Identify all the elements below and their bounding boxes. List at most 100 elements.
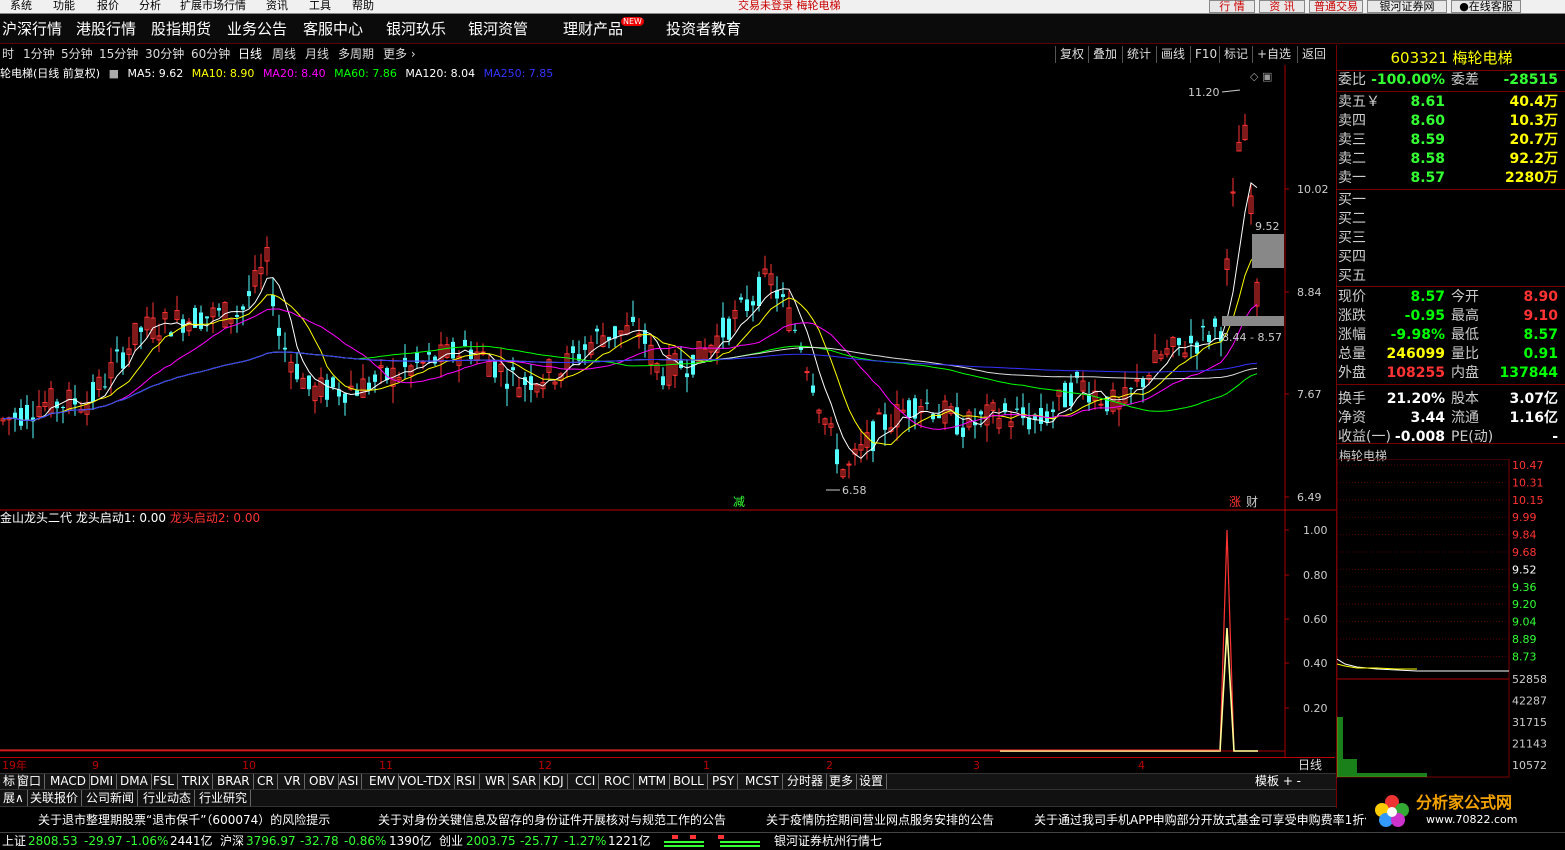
indicator-tab-20[interactable]: MTM: [635, 774, 671, 789]
indicator-tab-4[interactable]: DMA: [117, 774, 152, 789]
mini-price-line: [1337, 658, 1509, 672]
candle-body-down: [583, 344, 587, 350]
ask-row[interactable]: 卖四 8.60 10.3万: [1338, 112, 1558, 131]
indicator-legend: 金山龙头二代 龙头启动1: 0.00 龙头启动2: 0.00: [0, 511, 260, 525]
indicator-tab-9[interactable]: VR: [281, 774, 305, 789]
kline-chart[interactable]: 10.02 8.84 7.67 6.49 1.00 0.80 0.60 0.40 0.20 11.…: [0, 0, 1336, 757]
stat-label: 股本: [1451, 391, 1479, 407]
candle-body-down: [571, 346, 575, 354]
ask-label: 卖二: [1338, 151, 1366, 167]
candle-body-down: [331, 377, 335, 388]
online-service-label: 在线客服: [1468, 0, 1513, 13]
indicator-tab-14[interactable]: RSI: [453, 774, 480, 789]
bid-row[interactable]: 买四: [1338, 248, 1558, 267]
order-ratio-value: -100.00%: [1371, 72, 1445, 88]
lower-price-label: 8.44 - 8.57: [1222, 331, 1282, 344]
indicator-tab-2[interactable]: MACD: [47, 774, 90, 789]
stat-label: 最低: [1451, 327, 1479, 343]
indicator-tab-12[interactable]: EMV: [366, 774, 400, 789]
stat-label: 外盘: [1338, 365, 1366, 381]
indicator-tab-5[interactable]: FSL: [150, 774, 178, 789]
template-button[interactable]: 模板 + -: [1255, 773, 1301, 790]
indicator-tab-24[interactable]: 分时器: [784, 774, 828, 789]
bid-row[interactable]: 买五: [1338, 267, 1558, 286]
stat-value: 8.90: [1523, 289, 1558, 305]
indicator-tab-7[interactable]: BRAR: [214, 774, 254, 789]
ask-row[interactable]: 卖二 8.58 92.2万: [1338, 150, 1558, 169]
intraday-mini-chart[interactable]: 10.47 10.31 10.15 9.99 9.84 9.68 9.52 9.36 9.20 9…: [1337, 459, 1565, 808]
sub-tabs: 展∧ 关联报价 公司新闻 行业动态 行业研究: [0, 790, 1336, 807]
indicator-tab-17[interactable]: KDJ: [540, 774, 568, 789]
tab-related-quotes[interactable]: 关联报价: [27, 790, 83, 806]
date-label: 19年: [2, 759, 27, 772]
cy-index-name[interactable]: 创业: [439, 833, 463, 850]
period-corner-label[interactable]: 日线: [1285, 757, 1335, 773]
ask-row[interactable]: 卖五￥ 8.61 40.4万: [1338, 93, 1558, 112]
indicator-tab-11[interactable]: ASI: [336, 774, 363, 789]
stat-row: 总量 246099 量比 0.91: [1338, 345, 1558, 364]
indicator-tab-19[interactable]: ROC: [601, 774, 635, 789]
indicator-tab-26[interactable]: 设置: [856, 774, 888, 789]
bid-row[interactable]: 买三: [1338, 229, 1558, 248]
online-service-button[interactable]: ●在线客服: [1451, 0, 1521, 13]
indicator-tab-16[interactable]: SAR: [509, 774, 541, 789]
tab-company-news[interactable]: 公司新闻: [83, 790, 139, 806]
indicator-tab-22[interactable]: PSY: [709, 774, 739, 789]
stat-label: 内盘: [1451, 365, 1479, 381]
news-item[interactable]: 关于疫情防控期间营业网点服务安排的公告: [766, 808, 994, 832]
news-item[interactable]: 关于通过我司手机APP申购部分开放式基金可享受申购费率1折优惠: [1034, 808, 1388, 832]
ask-row[interactable]: 卖三 8.59 20.7万: [1338, 131, 1558, 150]
news-item[interactable]: 关于退市整理期股票“退市保千”（600074）的风险提示: [38, 808, 330, 832]
candle-body-down: [925, 402, 929, 404]
candle-body-down: [13, 412, 17, 419]
indicator-tick-label: 1.00: [1303, 524, 1328, 537]
tab-industry-news[interactable]: 行业动态: [140, 790, 196, 806]
indicator-tab-15[interactable]: WR: [482, 774, 510, 789]
ma120-line: [2, 346, 1258, 421]
sh-index-value: 2808.53: [28, 834, 78, 848]
candle-body-down: [1195, 342, 1199, 354]
watermark-logo: 分析家公式网 www.70822.com: [1366, 788, 1565, 832]
mini-volume-label: 42287: [1512, 695, 1547, 708]
candle-body-down: [883, 414, 887, 430]
indicator-tab-21[interactable]: BOLL: [670, 774, 708, 789]
upper-price-label: 9.52: [1255, 220, 1280, 233]
stat-label: 总量: [1338, 346, 1366, 362]
indicator-tab-6[interactable]: TRIX: [179, 774, 214, 789]
candle-body-down: [325, 379, 329, 400]
bid-row[interactable]: 买一: [1338, 191, 1558, 210]
indicator-tab-3[interactable]: DMI: [87, 774, 118, 789]
indicator-tab-13[interactable]: VOL-TDX: [396, 774, 455, 789]
indicator-line1: [1000, 627, 1258, 752]
candle-body-down: [469, 349, 473, 359]
date-axis: 19年 9 10 11 12 1 2 3 4: [0, 757, 1285, 773]
candle-body-down: [343, 393, 347, 403]
indicator-tab-23[interactable]: MCST: [742, 774, 783, 789]
sh-index-name[interactable]: 上证: [2, 833, 26, 850]
tab-industry-research[interactable]: 行业研究: [196, 790, 252, 806]
stat-value: 3.07亿: [1509, 391, 1558, 407]
news-item[interactable]: 关于对身份关键信息及留存的身份证件开展核对与规范工作的公告: [378, 808, 726, 832]
mini-volume-label: 52858: [1512, 673, 1547, 686]
broker-site-button[interactable]: 银河证券网: [1367, 0, 1447, 13]
date-label: 2: [826, 759, 833, 772]
mini-price-label: 9.68: [1512, 546, 1537, 559]
indicator-tab-8[interactable]: CR: [254, 774, 278, 789]
candle-body-down: [685, 373, 689, 378]
indicator-tab-18[interactable]: CCI: [572, 774, 600, 789]
tab-expand[interactable]: 展∧: [0, 790, 28, 806]
indicator-tab-1[interactable]: 窗口: [14, 774, 46, 789]
bid-row[interactable]: 买二: [1338, 210, 1558, 229]
candle-body-down: [217, 308, 221, 311]
logo-name: 分析家公式网: [1416, 793, 1513, 812]
server-name[interactable]: 银河证券杭州行情七: [774, 833, 882, 850]
price-tick-label: 8.84: [1297, 286, 1322, 299]
candle-body-down: [373, 374, 377, 382]
candle-body-up: [846, 463, 852, 466]
candle-body-down: [1177, 338, 1181, 346]
legend-square-icon: ■: [108, 67, 119, 80]
indicator-tab-10[interactable]: OBV: [306, 774, 339, 789]
ask-row[interactable]: 卖一 8.57 2280万: [1338, 169, 1558, 188]
indicator-tab-25[interactable]: 更多: [826, 774, 858, 789]
sz-index-name[interactable]: 沪深: [220, 833, 244, 850]
